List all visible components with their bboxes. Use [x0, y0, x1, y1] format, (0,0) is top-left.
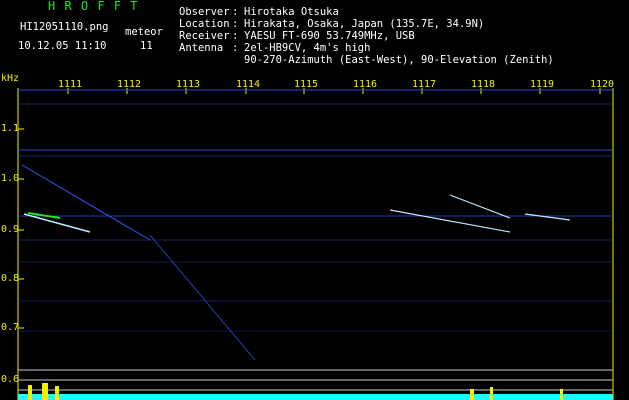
signal-level-strip: [18, 383, 613, 400]
plot-frame: [17, 88, 614, 400]
spectrogram-plot: [17, 88, 614, 400]
x-tick-marks: [67, 88, 601, 94]
y-tick-marks: [18, 128, 24, 381]
reference-lines: [18, 369, 613, 391]
carrier-traces: [18, 89, 613, 332]
